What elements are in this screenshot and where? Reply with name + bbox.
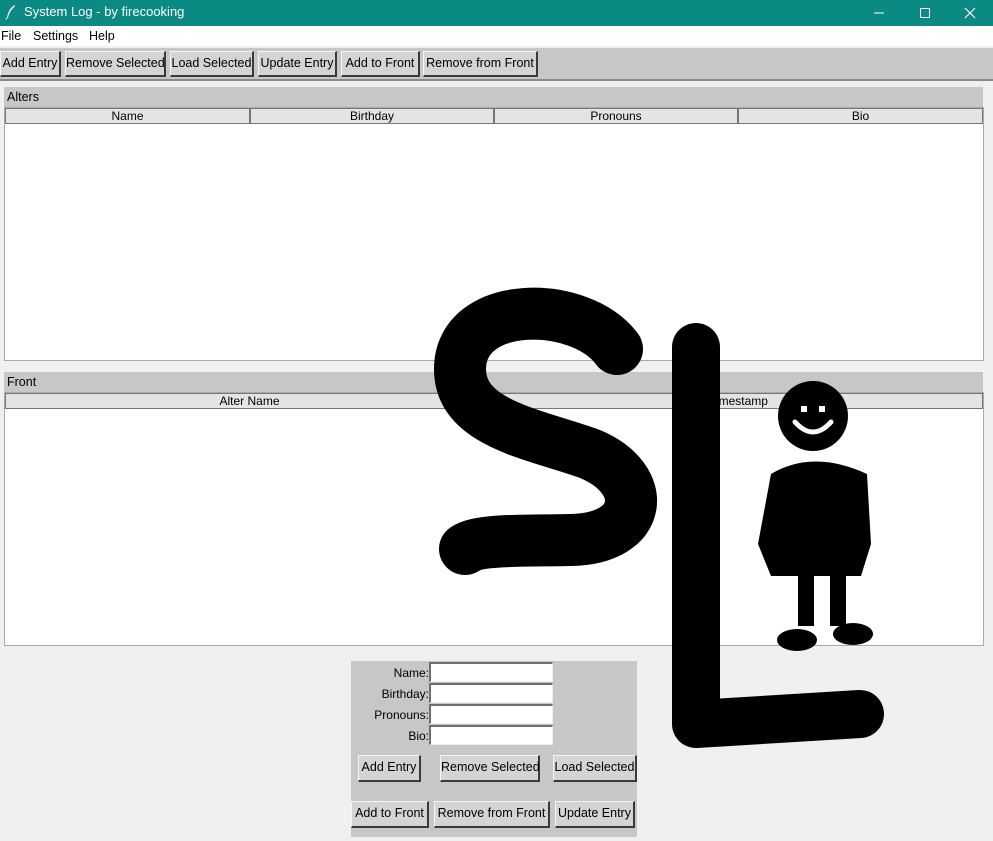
name-label: Name: <box>393 666 429 680</box>
alters-column-name[interactable]: Name <box>5 108 250 124</box>
toolbar: Add Entry Remove Selected Load Selected … <box>0 48 993 81</box>
title-bar: System Log - by firecooking <box>0 0 993 26</box>
maximize-icon <box>920 8 930 18</box>
alters-column-birthday[interactable]: Birthday <box>250 108 494 124</box>
form-remove-selected-button[interactable]: Remove Selected <box>440 755 540 782</box>
birthday-label: Birthday: <box>381 687 429 701</box>
form-add-to-front-button[interactable]: Add to Front <box>351 801 429 828</box>
close-button[interactable] <box>947 0 993 26</box>
toolbar-remove-selected-button[interactable]: Remove Selected <box>65 51 166 77</box>
alters-column-bio[interactable]: Bio <box>738 108 983 124</box>
form-remove-from-front-button[interactable]: Remove from Front <box>434 801 550 828</box>
stick-figure-icon <box>758 381 873 651</box>
toolbar-load-selected-button[interactable]: Load Selected <box>170 51 254 77</box>
alters-section-header: Alters <box>4 87 983 107</box>
toolbar-add-to-front-button[interactable]: Add to Front <box>341 51 420 77</box>
window-title: System Log - by firecooking <box>24 4 185 19</box>
form-update-entry-button[interactable]: Update Entry <box>555 801 635 828</box>
letter-s-shape <box>434 287 657 575</box>
pronouns-field[interactable] <box>429 704 553 724</box>
menu-file[interactable]: File <box>1 29 21 43</box>
minimize-button[interactable] <box>856 0 902 26</box>
alters-column-pronouns[interactable]: Pronouns <box>494 108 738 124</box>
bio-field[interactable] <box>429 725 553 745</box>
toolbar-remove-from-front-button[interactable]: Remove from Front <box>423 51 538 77</box>
entry-form: Name: Birthday: Pronouns: Bio: Add Entry… <box>351 661 637 837</box>
menu-settings[interactable]: Settings <box>33 29 78 43</box>
alters-table-header: Name Birthday Pronouns Bio <box>5 108 983 124</box>
toolbar-add-entry-button[interactable]: Add Entry <box>0 51 61 77</box>
front-section-title: Front <box>7 375 37 389</box>
feather-icon <box>5 5 15 20</box>
toolbar-update-entry-button[interactable]: Update Entry <box>258 51 337 77</box>
maximize-button[interactable] <box>902 0 948 26</box>
alters-section-title: Alters <box>7 90 39 104</box>
pronouns-label: Pronouns: <box>374 708 429 722</box>
menu-help[interactable]: Help <box>89 29 115 43</box>
form-load-selected-button[interactable]: Load Selected <box>553 755 637 782</box>
bio-label: Bio: <box>408 729 429 743</box>
menu-bar: File Settings Help <box>0 26 993 46</box>
name-field[interactable] <box>429 662 553 682</box>
birthday-field[interactable] <box>429 683 553 703</box>
minimize-icon <box>874 12 884 14</box>
close-icon <box>964 7 976 19</box>
form-add-entry-button[interactable]: Add Entry <box>358 755 421 782</box>
